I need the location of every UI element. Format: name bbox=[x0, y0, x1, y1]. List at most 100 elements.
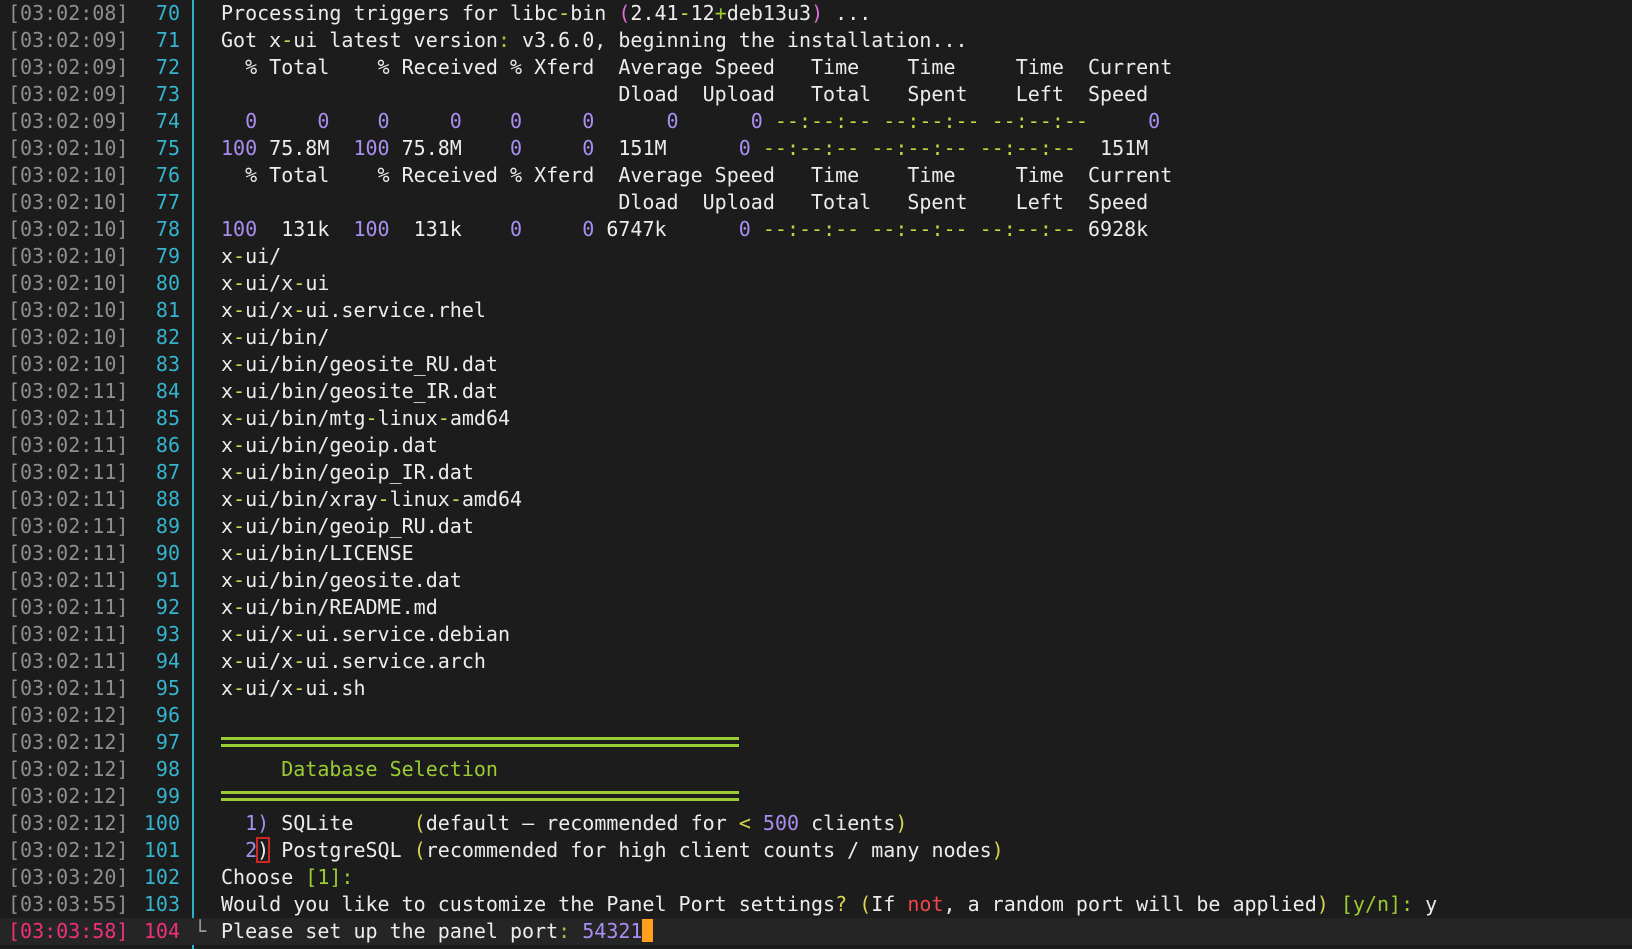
terminal-line: [03:02:12] 97 bbox=[0, 729, 1632, 756]
line-text: Dload Upload Total Spent Left Speed bbox=[221, 81, 1148, 108]
terminal-line-current: [03:03:58] 104 └ Please set up the panel po… bbox=[0, 918, 1632, 945]
text-segment: v3.6.0, beginning the installation... bbox=[510, 28, 968, 52]
text-segment: SQLite bbox=[269, 811, 414, 835]
terminal-line: [03:02:10] 79 x-ui/ bbox=[0, 243, 1632, 270]
text-segment: Choose bbox=[221, 865, 306, 889]
text-segment: ) bbox=[895, 811, 908, 835]
text-segment: default bbox=[425, 811, 523, 835]
text-segment: % Total % Received % Xferd Average Speed… bbox=[221, 55, 1173, 79]
text-segment: 0 bbox=[1087, 109, 1161, 133]
text-segment: ( bbox=[859, 892, 872, 916]
line-text: x-ui/bin/LICENSE bbox=[221, 540, 414, 567]
timestamp: [03:02:11] bbox=[8, 406, 129, 430]
timestamp: [03:02:11] bbox=[8, 541, 129, 565]
text-segment: + bbox=[714, 1, 727, 25]
text-segment: ) bbox=[256, 837, 271, 863]
line-number: 74 bbox=[155, 109, 180, 133]
terminal-line: [03:02:11] 84 x-ui/bin/geosite_IR.dat bbox=[0, 378, 1632, 405]
text-segment: % Total % Received % Xferd Average Speed… bbox=[221, 163, 1173, 187]
text-segment: - bbox=[558, 1, 571, 25]
text-cursor[interactable] bbox=[642, 919, 654, 942]
text-segment: x bbox=[221, 595, 234, 619]
text-segment bbox=[847, 892, 859, 916]
text-segment: - bbox=[293, 676, 306, 700]
text-segment: ui/bin/geoip.dat bbox=[245, 433, 438, 457]
text-segment: [y/n] bbox=[1340, 892, 1402, 916]
line-text: x-ui/bin/geosite_RU.dat bbox=[221, 351, 498, 378]
text-segment: - bbox=[233, 487, 246, 511]
text-segment: - bbox=[233, 568, 246, 592]
text-segment: linux bbox=[377, 406, 438, 430]
text-segment: ui/bin/ bbox=[245, 325, 330, 349]
timestamp: [03:02:10] bbox=[8, 217, 129, 241]
text-segment bbox=[1329, 892, 1341, 916]
line-number: 102 bbox=[143, 865, 180, 889]
line-text: % Total % Received % Xferd Average Speed… bbox=[221, 162, 1172, 189]
timestamp: [03:02:11] bbox=[8, 676, 129, 700]
terminal-window[interactable]: [03:02:08] 70 Processing triggers for libc… bbox=[0, 0, 1632, 949]
line-number: 75 bbox=[155, 136, 180, 160]
line-text: Database Selection bbox=[221, 756, 498, 783]
text-segment: If bbox=[871, 892, 908, 916]
text-segment: — bbox=[522, 811, 535, 835]
text-segment: x bbox=[221, 406, 234, 430]
text-segment: : bbox=[558, 919, 571, 943]
timestamp: [03:02:11] bbox=[8, 460, 129, 484]
text-segment: - bbox=[233, 271, 246, 295]
text-segment: ui/x bbox=[245, 622, 294, 646]
text-segment: 0 bbox=[738, 217, 751, 241]
text-segment: ( bbox=[413, 838, 426, 862]
text-segment: 75.8M bbox=[257, 136, 354, 160]
line-number: 73 bbox=[155, 82, 180, 106]
text-segment bbox=[221, 811, 245, 835]
text-segment: ui/bin/geosite.dat bbox=[245, 568, 462, 592]
text-segment: - bbox=[233, 379, 246, 403]
timestamp: [03:03:58] bbox=[8, 919, 129, 943]
line-number: 95 bbox=[155, 676, 180, 700]
terminal-line: [03:02:10] 80 x-ui/x-ui bbox=[0, 270, 1632, 297]
text-segment: - bbox=[293, 271, 306, 295]
text-segment: ui/x bbox=[245, 649, 294, 673]
terminal-line: [03:02:09] 73 Dload Upload Total Spent Le… bbox=[0, 81, 1632, 108]
timestamp: [03:02:10] bbox=[8, 244, 129, 268]
terminal-line: [03:02:09] 74 0 0 0 0 0 0 0 0 --:--:-- --… bbox=[0, 108, 1632, 135]
timestamp: [03:02:10] bbox=[8, 136, 129, 160]
line-text: x-ui/bin/geoip.dat bbox=[221, 432, 438, 459]
text-segment: 100 bbox=[221, 217, 258, 241]
text-segment: 1) bbox=[245, 811, 270, 835]
text-segment: ui/bin/geoip_IR.dat bbox=[245, 460, 474, 484]
text-segment: : bbox=[341, 865, 354, 889]
text-segment: Dload Upload Total Spent Left Speed bbox=[221, 190, 1149, 214]
terminal-line: [03:02:11] 95 x-ui/x-ui.sh bbox=[0, 675, 1632, 702]
text-segment: 6747k bbox=[594, 217, 739, 241]
line-number: 72 bbox=[155, 55, 180, 79]
text-segment: - bbox=[233, 514, 246, 538]
text-segment: y bbox=[1413, 892, 1438, 916]
text-segment: - bbox=[233, 433, 246, 457]
text-segment: 100 bbox=[353, 136, 390, 160]
text-segment: Database Selection bbox=[221, 757, 498, 781]
text-segment: - bbox=[437, 406, 450, 430]
line-number: 82 bbox=[155, 325, 180, 349]
text-segment: 131k bbox=[389, 217, 510, 241]
terminal-line: [03:02:11] 88 x-ui/bin/xray-linux-amd64 bbox=[0, 486, 1632, 513]
text-segment: amd64 bbox=[449, 406, 511, 430]
text-segment: - bbox=[365, 406, 378, 430]
timestamp: [03:02:10] bbox=[8, 325, 129, 349]
text-segment: bin bbox=[570, 1, 619, 25]
line-number: 87 bbox=[155, 460, 180, 484]
terminal-line: [03:03:20] 102 Choose [1]: bbox=[0, 864, 1632, 891]
text-segment: x bbox=[221, 433, 234, 457]
text-segment: ui/bin/LICENSE bbox=[245, 541, 414, 565]
text-segment: x bbox=[221, 325, 234, 349]
timestamp: [03:02:12] bbox=[8, 838, 129, 862]
text-segment: - bbox=[233, 541, 246, 565]
timestamp: [03:02:11] bbox=[8, 514, 129, 538]
timestamp: [03:02:11] bbox=[8, 649, 129, 673]
text-segment: ui.service.arch bbox=[305, 649, 486, 673]
text-segment: x bbox=[221, 676, 234, 700]
terminal-line: [03:02:12] 101 2) PostgreSQL (recommended… bbox=[0, 837, 1632, 864]
text-segment: not bbox=[907, 892, 944, 916]
terminal-line: [03:02:11] 87 x-ui/bin/geoip_IR.dat bbox=[0, 459, 1632, 486]
text-segment: clients bbox=[799, 811, 896, 835]
